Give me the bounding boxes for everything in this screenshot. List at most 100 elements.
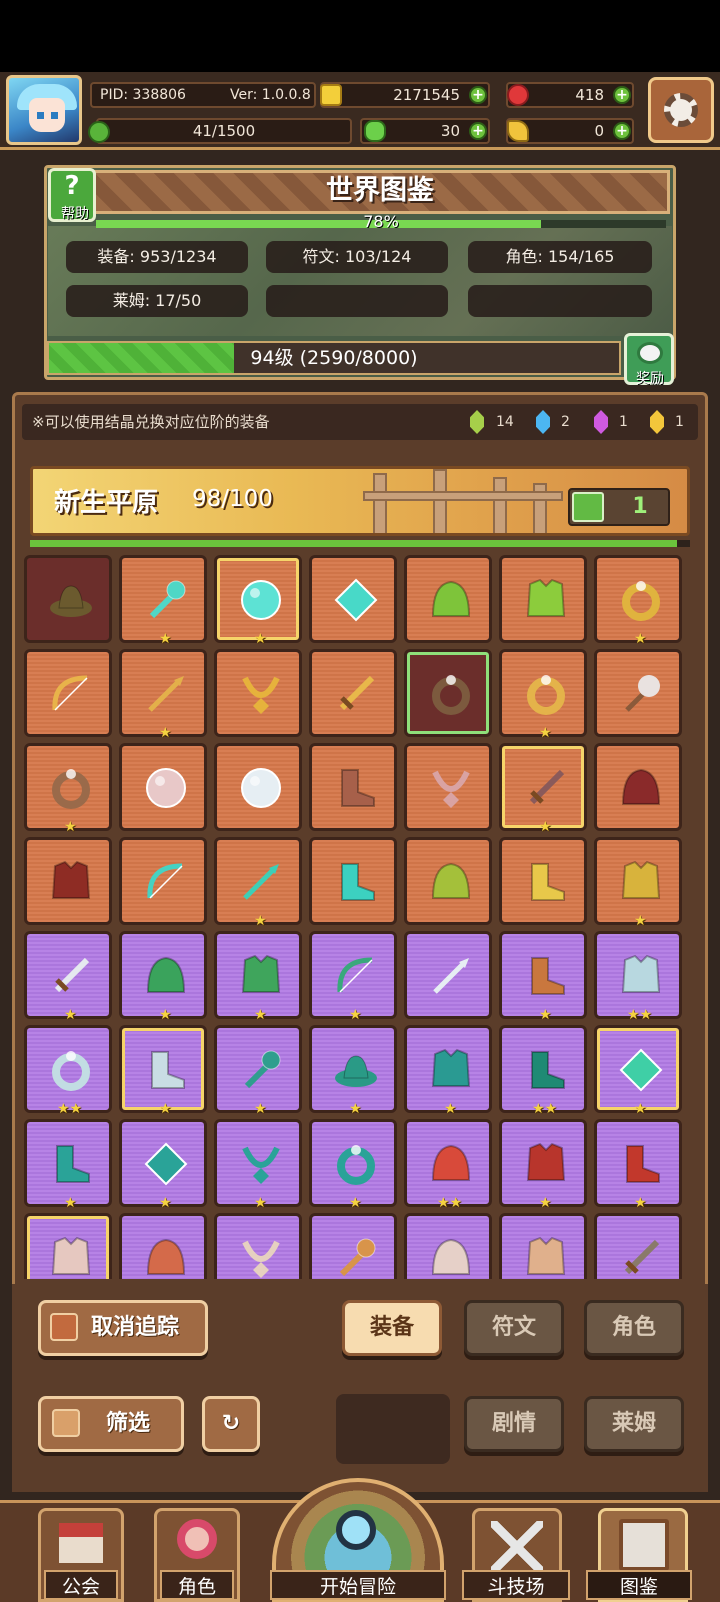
equipment-slot[interactable] bbox=[309, 743, 397, 831]
equipment-slot[interactable] bbox=[404, 1213, 492, 1279]
star-rating: ★ bbox=[159, 1007, 172, 1023]
equipment-slot[interactable] bbox=[214, 743, 302, 831]
equipment-slot[interactable]: ★ bbox=[499, 743, 587, 834]
sword-icon bbox=[334, 672, 378, 716]
add-gem-button[interactable]: + bbox=[613, 86, 631, 104]
equipment-slot[interactable] bbox=[119, 743, 207, 831]
star-rating: ★ bbox=[349, 1101, 362, 1117]
equipment-slot[interactable]: ★ bbox=[119, 1025, 207, 1117]
equipment-slot[interactable]: ★ bbox=[214, 1119, 302, 1210]
like-count: 1 bbox=[632, 494, 648, 519]
equipment-slot[interactable] bbox=[499, 555, 587, 643]
equipment-slot[interactable]: ★ bbox=[214, 931, 302, 1022]
equipment-slot[interactable] bbox=[309, 649, 397, 737]
equipment-slot[interactable] bbox=[309, 837, 397, 925]
equipment-slot[interactable]: ★ bbox=[119, 931, 207, 1023]
equipment-slot[interactable]: ★ bbox=[404, 1025, 492, 1116]
version-label: Ver: 1.0.0.8 bbox=[230, 87, 311, 103]
equipment-slot[interactable]: ★★ bbox=[499, 1025, 587, 1116]
equipment-slot[interactable]: ★ bbox=[309, 1025, 397, 1117]
energy-leaf-icon bbox=[88, 121, 110, 143]
equipment-slot[interactable] bbox=[404, 649, 492, 737]
equipment-slot[interactable]: ★ bbox=[214, 555, 302, 646]
tab-runes[interactable]: 符文 bbox=[464, 1300, 564, 1356]
equipment-slot[interactable]: ★ bbox=[214, 1025, 302, 1116]
star-rating: ★★ bbox=[437, 1195, 463, 1211]
equipment-slot[interactable] bbox=[24, 1213, 112, 1279]
help-button[interactable]: ? 帮助 bbox=[48, 168, 96, 222]
equipment-slot[interactable] bbox=[24, 649, 112, 737]
equipment-slot[interactable]: ★ bbox=[499, 1119, 587, 1210]
equipment-slot[interactable] bbox=[594, 649, 682, 737]
guild-house-icon bbox=[59, 1523, 103, 1563]
equipment-slot[interactable] bbox=[404, 743, 492, 831]
equipment-slot[interactable] bbox=[404, 555, 492, 643]
equipment-slot[interactable]: ★ bbox=[24, 1119, 112, 1210]
equipment-slot[interactable]: ★ bbox=[594, 1119, 682, 1210]
star-rating: ★ bbox=[254, 913, 267, 929]
armor-icon bbox=[524, 578, 568, 622]
equipment-slot[interactable] bbox=[594, 1213, 682, 1279]
gold-value: 2171545 bbox=[393, 86, 460, 104]
equipment-slot[interactable]: ★ bbox=[594, 1025, 682, 1116]
equipment-slot[interactable]: ★★ bbox=[594, 931, 682, 1022]
equipment-slot[interactable] bbox=[499, 1213, 587, 1279]
stat-equipment: 装备: 953/1234 bbox=[66, 241, 248, 273]
equipment-slot[interactable] bbox=[119, 837, 207, 925]
bow-icon bbox=[49, 672, 93, 716]
star-rating: ★ bbox=[159, 1101, 172, 1117]
equipment-slot[interactable]: ★ bbox=[214, 837, 302, 929]
player-avatar[interactable] bbox=[6, 75, 82, 145]
equipment-slot[interactable]: ★ bbox=[24, 743, 112, 834]
book-icon bbox=[619, 1519, 669, 1571]
equipment-slot[interactable]: ★ bbox=[499, 649, 587, 740]
tab-characters[interactable]: 角色 bbox=[584, 1300, 684, 1356]
equipment-slot[interactable] bbox=[24, 555, 112, 643]
tab-story[interactable]: 剧情 bbox=[464, 1396, 564, 1452]
equipment-slot[interactable]: ★ bbox=[594, 555, 682, 646]
clover-value: 30 bbox=[440, 122, 460, 140]
equipment-slot[interactable]: ★ bbox=[24, 931, 112, 1022]
ring-icon bbox=[334, 1142, 378, 1186]
equipment-slot[interactable] bbox=[499, 837, 587, 925]
equipment-slot[interactable]: ★ bbox=[119, 1119, 207, 1210]
tab-runes-label: 符文 bbox=[491, 1315, 536, 1340]
add-key-button[interactable]: + bbox=[613, 122, 631, 140]
equipment-slot[interactable]: ★ bbox=[119, 555, 207, 647]
equipment-slot[interactable]: ★★ bbox=[404, 1119, 492, 1211]
ring-icon bbox=[49, 1048, 93, 1092]
equipment-slot[interactable] bbox=[309, 555, 397, 643]
stat-characters: 角色: 154/165 bbox=[468, 241, 652, 273]
equipment-slot[interactable]: ★ bbox=[594, 837, 682, 928]
orb-icon bbox=[144, 766, 188, 810]
helm-icon bbox=[619, 766, 663, 810]
tab-slimes[interactable]: 莱姆 bbox=[584, 1396, 684, 1452]
equipment-slot[interactable]: ★ bbox=[309, 1119, 397, 1210]
settings-gear-icon[interactable] bbox=[648, 77, 714, 143]
purple-crystal-count: 1 bbox=[619, 414, 628, 430]
equipment-slot[interactable] bbox=[404, 931, 492, 1019]
equipment-slot[interactable] bbox=[594, 743, 682, 831]
gold-coin-icon bbox=[320, 84, 342, 106]
equipment-slot[interactable] bbox=[214, 649, 302, 737]
add-clover-button[interactable]: + bbox=[469, 122, 487, 140]
equipment-slot[interactable]: ★ bbox=[499, 931, 587, 1022]
equipment-slot[interactable]: ★ bbox=[119, 649, 207, 740]
neck-icon bbox=[239, 672, 283, 716]
star-rating: ★ bbox=[159, 631, 172, 647]
equipment-slot[interactable] bbox=[404, 837, 492, 925]
reward-button[interactable]: 奖励 bbox=[624, 333, 674, 387]
equipment-slot[interactable]: ★ bbox=[309, 931, 397, 1022]
refresh-button[interactable]: ↻ bbox=[202, 1396, 260, 1452]
gem-icon bbox=[144, 1142, 188, 1186]
add-gold-button[interactable]: + bbox=[469, 86, 487, 104]
stat-runes: 符文: 103/124 bbox=[266, 241, 448, 273]
untrack-label: 取消追踪 bbox=[90, 1315, 179, 1340]
equipment-slot[interactable]: ★★ bbox=[24, 1025, 112, 1116]
equipment-slot[interactable] bbox=[24, 837, 112, 925]
equipment-slot[interactable] bbox=[119, 1213, 207, 1279]
equipment-slot[interactable] bbox=[309, 1213, 397, 1279]
tab-equipment[interactable]: 装备 bbox=[342, 1300, 442, 1356]
equipment-slot[interactable] bbox=[214, 1213, 302, 1279]
thumbs-up-icon bbox=[50, 1313, 78, 1341]
